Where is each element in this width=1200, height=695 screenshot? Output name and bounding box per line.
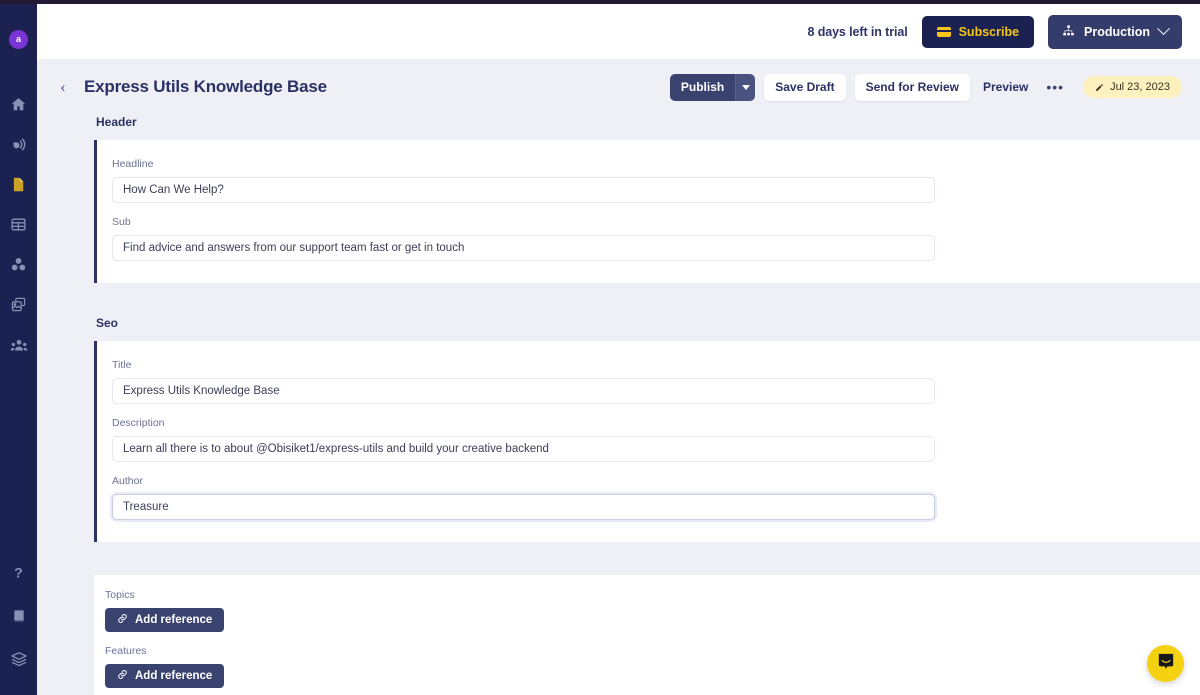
publish-date-badge[interactable]: Jul 23, 2023 — [1083, 76, 1182, 98]
help-icon: ? — [10, 564, 27, 581]
credit-card-icon — [937, 27, 951, 37]
send-for-review-button[interactable]: Send for Review — [855, 74, 970, 101]
seo-description-input[interactable] — [112, 436, 935, 462]
seo-author-input[interactable] — [112, 494, 935, 520]
more-options-button[interactable]: ••• — [1041, 80, 1069, 94]
field-description: Description — [112, 417, 1200, 462]
broadcast-icon — [10, 136, 27, 153]
reference-topics: Topics Add reference — [105, 589, 1200, 632]
section-spacer — [37, 283, 1200, 316]
trial-status-text: 8 days left in trial — [807, 25, 907, 39]
add-reference-topics-button[interactable]: Add reference — [105, 608, 224, 632]
publish-dropdown-toggle[interactable] — [735, 74, 755, 101]
sidebar-item-components[interactable] — [9, 255, 28, 274]
intercom-chat-button[interactable] — [1147, 645, 1184, 682]
publish-date-label: Jul 23, 2023 — [1110, 81, 1170, 93]
reference-label: Features — [105, 645, 1200, 657]
section-card-seo: Title Description Author — [94, 341, 1200, 542]
add-reference-label: Add reference — [135, 670, 212, 682]
preview-button[interactable]: Preview — [979, 80, 1032, 94]
add-reference-label: Add reference — [135, 614, 212, 626]
chevron-down-icon — [1157, 22, 1170, 35]
page-content: ‹ Express Utils Knowledge Base Publish S… — [37, 59, 1200, 695]
save-draft-button[interactable]: Save Draft — [764, 74, 845, 101]
environment-label: Production — [1084, 25, 1150, 39]
sidebar-item-documents[interactable] — [9, 175, 28, 194]
field-author: Author — [112, 475, 1200, 520]
environment-selector[interactable]: Production — [1048, 15, 1182, 49]
link-icon — [117, 669, 128, 683]
sidebar-item-layers[interactable] — [9, 649, 28, 668]
book-icon — [11, 608, 27, 624]
layers-icon — [10, 650, 28, 668]
media-icon — [10, 296, 27, 313]
sidebar-item-help[interactable]: ? — [9, 563, 28, 582]
document-icon — [10, 176, 27, 193]
subscribe-button[interactable]: Subscribe — [922, 16, 1034, 48]
home-icon — [10, 96, 27, 113]
add-reference-features-button[interactable]: Add reference — [105, 664, 224, 688]
sidebar-item-docs[interactable] — [9, 606, 28, 625]
section-title-header: Header — [37, 115, 1200, 129]
chat-bubble-icon — [1156, 651, 1176, 676]
team-icon — [10, 336, 28, 354]
pencil-icon — [1095, 83, 1104, 92]
field-label: Sub — [112, 216, 1200, 228]
field-headline: Headline — [112, 158, 1200, 203]
seo-title-input[interactable] — [112, 378, 935, 404]
references-card: Topics Add reference Features — [94, 575, 1200, 695]
page-header: ‹ Express Utils Knowledge Base Publish S… — [37, 59, 1200, 115]
svg-text:?: ? — [14, 565, 23, 581]
headline-input[interactable] — [112, 177, 935, 203]
section-spacer — [37, 542, 1200, 575]
field-label: Headline — [112, 158, 1200, 170]
field-label: Title — [112, 359, 1200, 371]
reference-features: Features Add reference — [105, 645, 1200, 688]
field-title: Title — [112, 359, 1200, 404]
page-title: Express Utils Knowledge Base — [84, 77, 327, 97]
publish-button[interactable]: Publish — [670, 74, 735, 101]
sidebar-item-home[interactable] — [9, 95, 28, 114]
sidebar-secondary-nav: ? — [9, 563, 28, 668]
app-root: a — [0, 0, 1200, 695]
subscribe-button-label: Subscribe — [959, 25, 1019, 39]
reference-label: Topics — [105, 589, 1200, 601]
link-icon — [117, 613, 128, 627]
top-bar: 8 days left in trial Subscribe Productio… — [37, 4, 1200, 59]
back-button[interactable]: ‹ — [53, 73, 73, 101]
sidebar-item-broadcasts[interactable] — [9, 135, 28, 154]
sitemap-icon — [1062, 24, 1075, 40]
field-label: Description — [112, 417, 1200, 429]
field-label: Author — [112, 475, 1200, 487]
left-sidebar: a — [0, 4, 37, 695]
page-actions: Publish Save Draft Send for Review Previ… — [670, 74, 1182, 101]
sidebar-primary-nav — [9, 95, 28, 354]
chevron-down-icon — [742, 85, 750, 90]
section-title-seo: Seo — [37, 316, 1200, 330]
table-icon — [10, 216, 27, 233]
sidebar-item-collections[interactable] — [9, 215, 28, 234]
publish-button-group[interactable]: Publish — [670, 74, 755, 101]
section-card-header: Headline Sub — [94, 140, 1200, 283]
sidebar-item-team[interactable] — [9, 335, 28, 354]
field-sub: Sub — [112, 216, 1200, 261]
components-icon — [10, 256, 27, 273]
sub-input[interactable] — [112, 235, 935, 261]
avatar[interactable]: a — [9, 30, 28, 49]
sidebar-item-media[interactable] — [9, 295, 28, 314]
